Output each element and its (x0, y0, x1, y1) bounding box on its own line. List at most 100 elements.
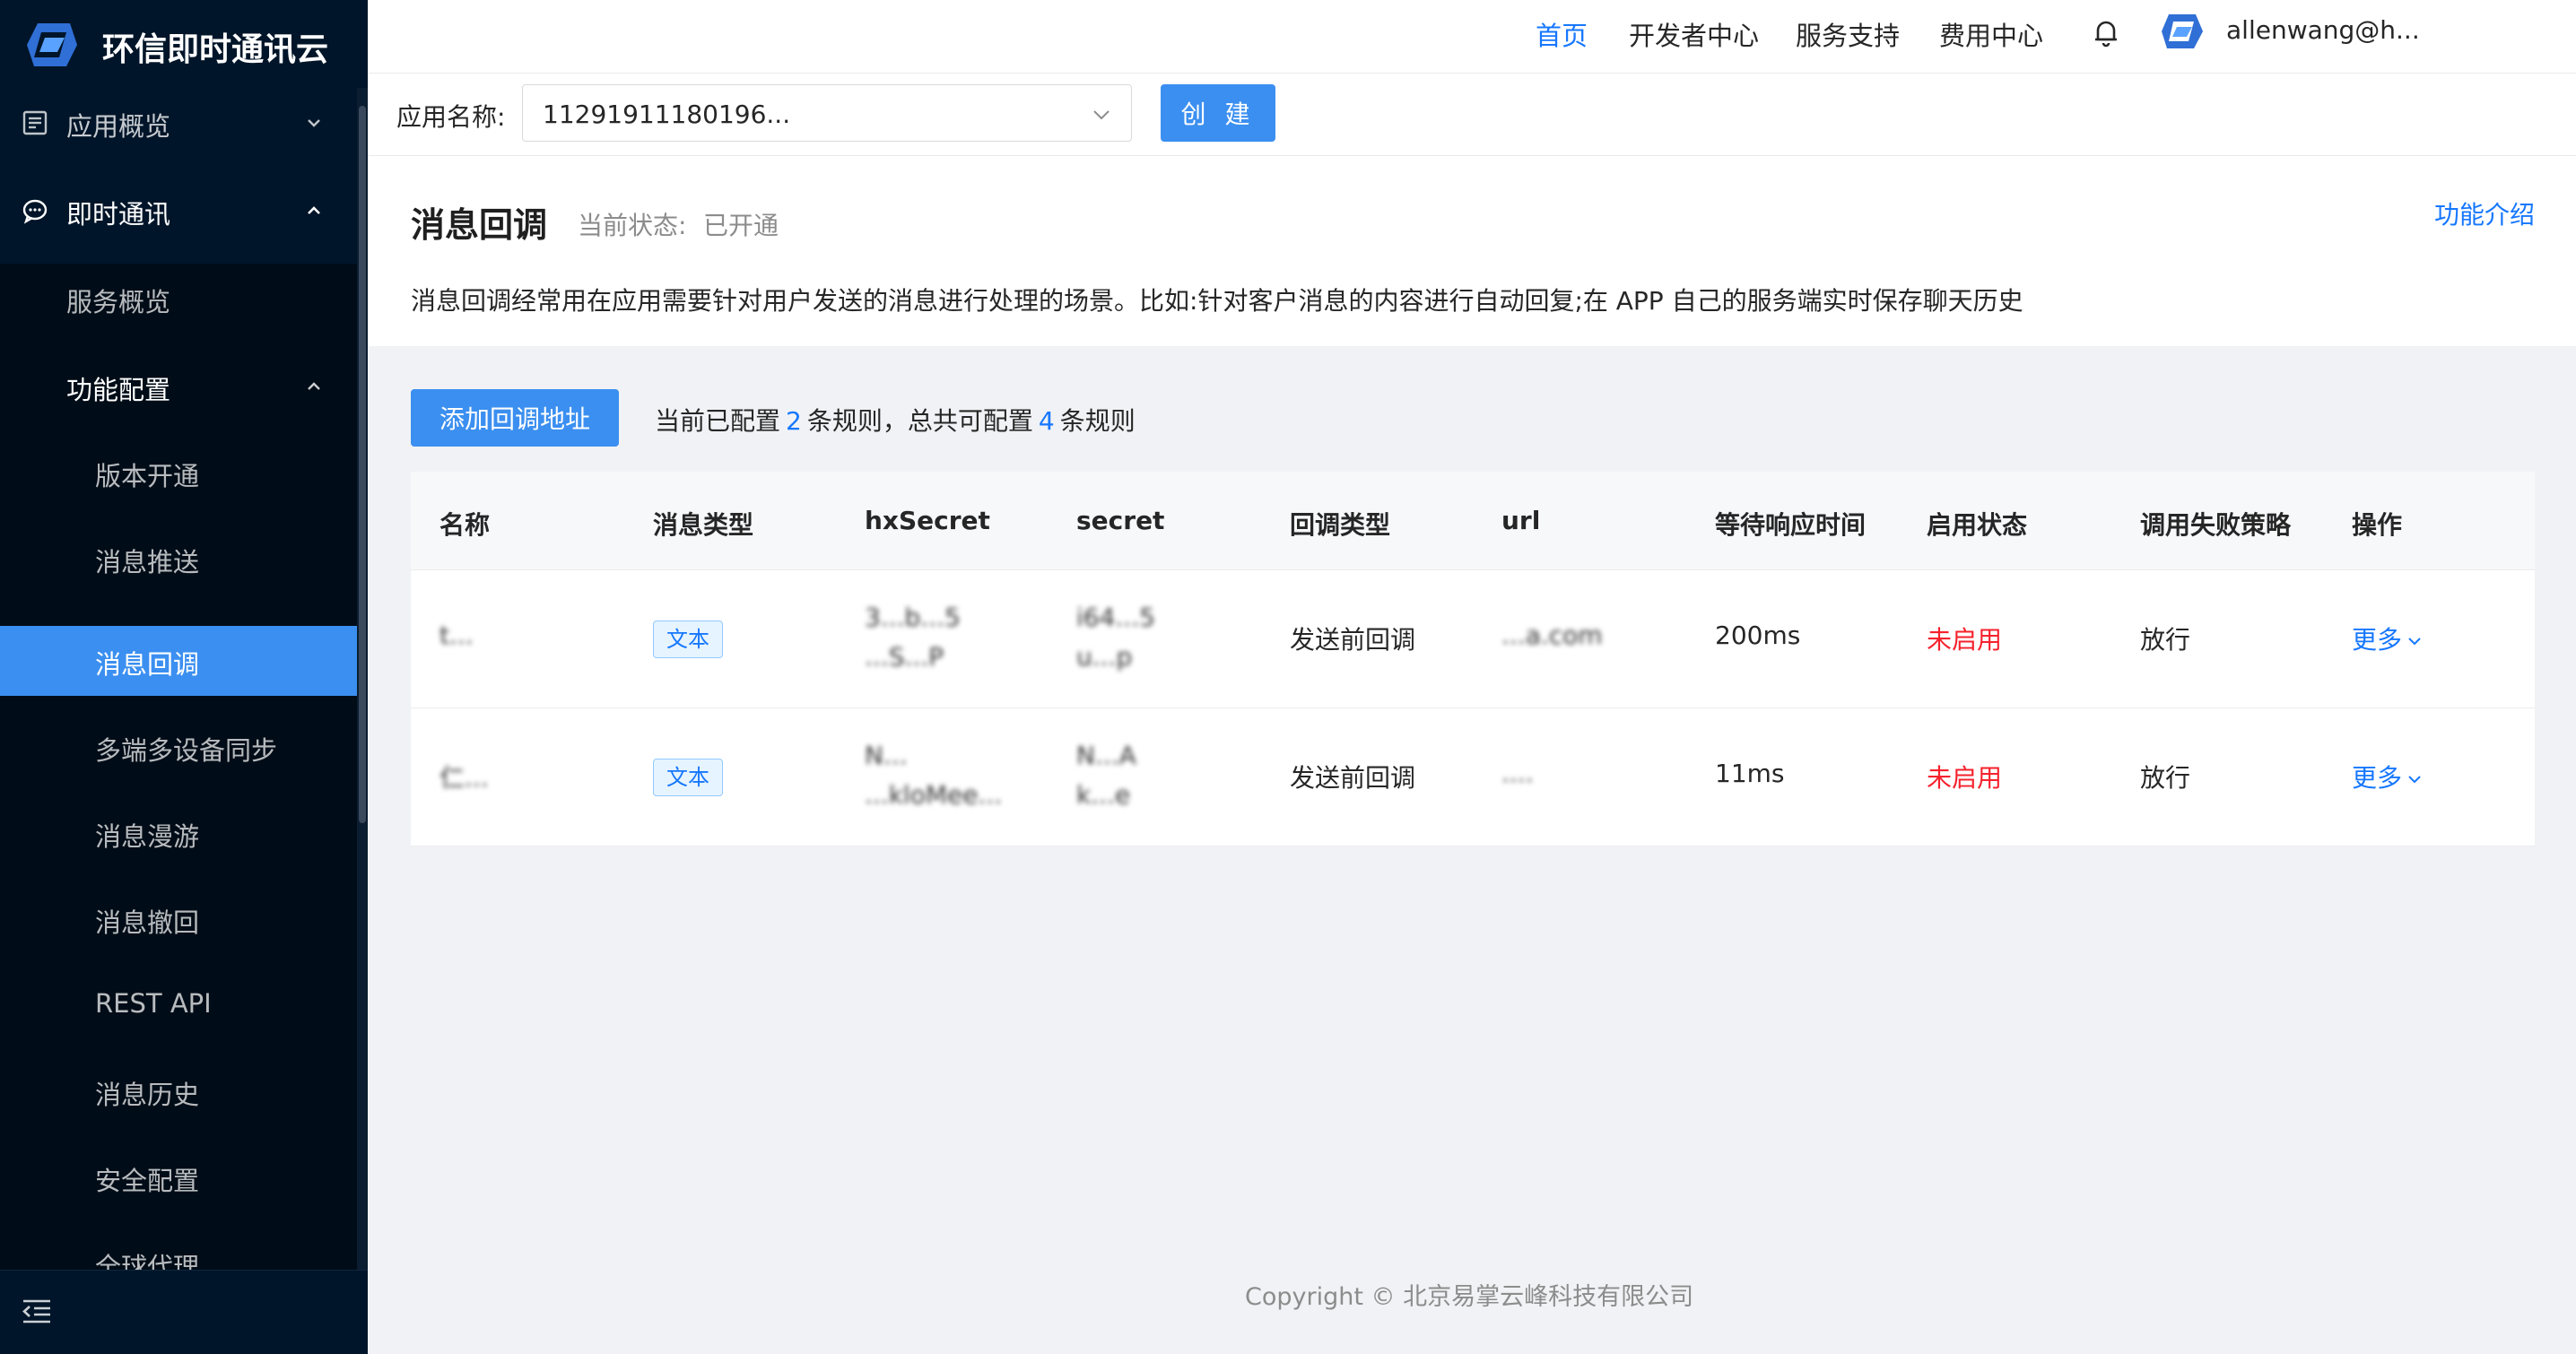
sidebar-item-label: 消息推送 (95, 547, 200, 577)
sidebar-item-roaming[interactable]: 消息漫游 (0, 798, 357, 868)
total-count: 4 (1038, 406, 1055, 436)
cell-hxsecret-line1: 3...b...5 (865, 603, 961, 632)
column-header-fail-policy: 调用失败策略 (2140, 510, 2292, 540)
cell-status: 未启用 (1927, 763, 2003, 793)
user-name[interactable]: allenwang@h... (2226, 15, 2420, 45)
rule-count-prefix: 当前已配置 (655, 406, 781, 436)
sidebar-item-push[interactable]: 消息推送 (0, 524, 357, 594)
feature-card: 消息回调 当前状态: 已开通 功能介绍 消息回调经常用在应用需要针对用户发送的消… (368, 156, 2576, 346)
sidebar-footer (0, 1270, 368, 1354)
cell-url: ...a.com (1501, 621, 1603, 650)
app-select-value: 11291911180196... (543, 100, 791, 129)
sidebar: 环信即时通讯云 应用概览 即时通讯 服务概览 功能配置 版本开通 消息推送 消息… (0, 0, 368, 1354)
sidebar-item-im[interactable]: 即时通讯 (0, 176, 357, 246)
sidebar-nav: 应用概览 即时通讯 服务概览 功能配置 版本开通 消息推送 消息回调 多端多设备… (0, 88, 357, 1270)
chevron-down-icon (2408, 776, 2421, 784)
msg-type-tag: 文本 (653, 621, 723, 658)
nav-home-link[interactable]: 首页 (1536, 15, 1588, 53)
cell-fail-policy: 放行 (2140, 625, 2191, 655)
app-select-dropdown[interactable]: 11291911180196... (522, 84, 1132, 142)
cell-secret-line1: N...A (1076, 741, 1136, 770)
sidebar-item-feature-config[interactable]: 功能配置 (0, 352, 357, 421)
column-header-callback-type: 回调类型 (1290, 510, 1391, 540)
cell-status: 未启用 (1927, 625, 2003, 655)
msg-type-tag: 文本 (653, 759, 723, 796)
sidebar-item-label: 应用概览 (66, 111, 171, 142)
overview-icon (22, 110, 48, 135)
nav-support-link[interactable]: 服务支持 (1796, 15, 1900, 53)
page-title: 消息回调 (411, 205, 548, 245)
sidebar-item-label: 全球代理 (95, 1252, 200, 1270)
sidebar-item-label: 多端多设备同步 (95, 735, 278, 766)
more-actions-link[interactable]: 更多 (2352, 759, 2422, 794)
cell-callback-type: 发送前回调 (1290, 625, 1416, 655)
sidebar-scrollbar-thumb[interactable] (359, 106, 366, 823)
column-header-name: 名称 (439, 510, 491, 540)
cell-fail-policy: 放行 (2140, 763, 2191, 793)
column-header-actions: 操作 (2352, 510, 2403, 540)
more-actions-link[interactable]: 更多 (2352, 621, 2422, 656)
column-header-url: url (1501, 506, 1541, 535)
feature-intro-link[interactable]: 功能介绍 (2434, 195, 2535, 231)
nav-billing-link[interactable]: 费用中心 (1939, 15, 2043, 53)
sidebar-item-multi-device[interactable]: 多端多设备同步 (0, 712, 357, 782)
collapse-menu-icon[interactable] (22, 1298, 52, 1324)
chevron-down-icon (1093, 110, 1110, 120)
column-header-secret: secret (1076, 506, 1165, 535)
sidebar-item-version[interactable]: 版本开通 (0, 438, 357, 508)
cell-callback-type: 发送前回调 (1290, 763, 1416, 793)
chevron-down-icon (2408, 638, 2421, 646)
add-callback-button[interactable]: 添加回调地址 (411, 389, 619, 447)
configured-count: 2 (786, 406, 802, 436)
cell-hxsecret-line2: ...S...P (865, 642, 944, 672)
cell-hxsecret-line1: N... (865, 741, 908, 770)
sidebar-item-global-proxy[interactable]: 全球代理 (0, 1228, 357, 1270)
nav-developer-center-link[interactable]: 开发者中心 (1629, 15, 1759, 53)
cell-url: .... (1501, 759, 1534, 788)
callback-rules-table: 名称 消息类型 hxSecret secret 回调类型 url 等待响应时间 … (411, 472, 2535, 846)
status-value: 已开通 (703, 211, 779, 240)
top-header: 首页 开发者中心 服务支持 费用中心 allenwang@h... (368, 0, 2576, 74)
bell-icon[interactable] (2088, 14, 2124, 50)
column-header-hxsecret: hxSecret (865, 506, 990, 535)
rule-count-middle: 条规则，总共可配置 (806, 406, 1033, 436)
sidebar-item-label: 版本开通 (95, 461, 200, 491)
app-selector-bar: 应用名称: 11291911180196... 创 建 (368, 74, 2576, 156)
chevron-down-icon (308, 119, 320, 127)
cell-timeout: 200ms (1715, 621, 1801, 650)
column-header-status: 启用状态 (1927, 510, 2028, 540)
more-actions-label: 更多 (2352, 763, 2403, 793)
sidebar-item-security[interactable]: 安全配置 (0, 1142, 357, 1212)
sidebar-item-label: 安全配置 (95, 1166, 200, 1196)
sidebar-item-label: 消息漫游 (95, 821, 200, 852)
huanxin-logo-icon (27, 23, 77, 66)
chevron-up-icon (308, 206, 320, 214)
cell-hxsecret-line2: ...kloMee... (865, 780, 1003, 810)
sidebar-item-callback[interactable]: 消息回调 (0, 626, 357, 696)
create-button[interactable]: 创 建 (1161, 84, 1275, 142)
status-label: 当前状态: (578, 211, 687, 240)
cell-secret-line2: k...e (1076, 780, 1131, 810)
table-header: 名称 消息类型 hxSecret secret 回调类型 url 等待响应时间 … (411, 472, 2535, 570)
rule-count-text: 当前已配置 2 条规则，总共可配置 4 条规则 (655, 402, 1136, 438)
cell-secret-line1: i64...5 (1076, 603, 1155, 632)
sidebar-item-label: 消息撤回 (95, 907, 200, 938)
copyright: Copyright © 北京易掌云峰科技有限公司 (1245, 1283, 1694, 1311)
brand[interactable]: 环信即时通讯云 (0, 0, 368, 88)
rule-count-suffix: 条规则 (1059, 406, 1136, 436)
sidebar-item-rest-api[interactable]: REST API (0, 970, 357, 1040)
sidebar-item-history[interactable]: 消息历史 (0, 1056, 357, 1126)
sidebar-item-service-overview[interactable]: 服务概览 (0, 264, 357, 334)
cell-name: 仁... (439, 763, 489, 793)
sidebar-item-label: 功能配置 (66, 375, 171, 405)
sidebar-item-app-overview[interactable]: 应用概览 (0, 88, 357, 158)
avatar[interactable] (2160, 11, 2205, 52)
table-row: 仁... 文本 N... ...kloMee... N...A k...e 发送… (411, 708, 2535, 846)
column-header-msg-type: 消息类型 (653, 510, 754, 540)
sidebar-item-label: 即时通讯 (66, 199, 171, 230)
table-row: t... 文本 3...b...5 ...S...P i64...5 u...p… (411, 570, 2535, 708)
cell-timeout: 11ms (1715, 759, 1785, 788)
sidebar-item-label: 服务概览 (66, 287, 171, 317)
feature-description: 消息回调经常用在应用需要针对用户发送的消息进行处理的场景。比如:针对客户消息的内… (411, 286, 2023, 316)
sidebar-item-recall[interactable]: 消息撤回 (0, 884, 357, 954)
